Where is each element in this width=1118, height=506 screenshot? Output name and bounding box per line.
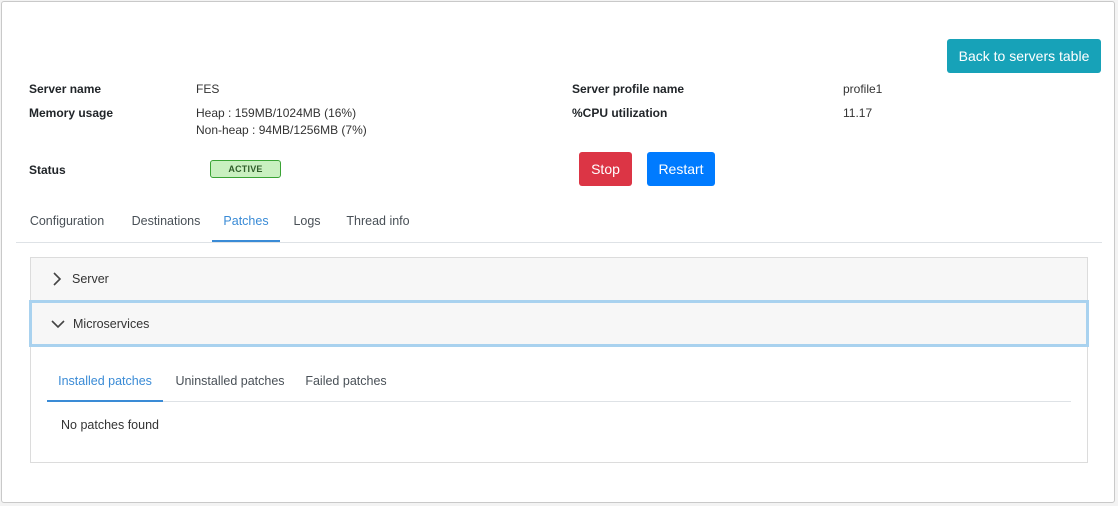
server-name-label: Server name: [29, 82, 102, 96]
server-name-value: FES: [196, 82, 220, 96]
cpu-utilization-label: %CPU utilization: [572, 106, 668, 120]
non-heap-usage-value: Non-heap : 94MB/1256MB (7%): [196, 123, 367, 137]
back-to-servers-button[interactable]: Back to servers table: [947, 39, 1101, 73]
server-profile-value: profile1: [843, 82, 883, 96]
status-label: Status: [29, 163, 66, 177]
server-details-window: Back to servers table Server name FES Me…: [1, 1, 1115, 503]
patches-panel: Server Microservices Installed patches U…: [29, 257, 1089, 463]
tab-configuration[interactable]: Configuration: [16, 204, 118, 242]
stop-button[interactable]: Stop: [579, 152, 632, 186]
tab-failed-patches[interactable]: Failed patches: [299, 366, 393, 402]
accordion-server[interactable]: Server: [31, 258, 1087, 301]
tab-installed-patches[interactable]: Installed patches: [47, 366, 163, 402]
tab-logs[interactable]: Logs: [286, 204, 328, 242]
tab-thread-info[interactable]: Thread info: [338, 204, 418, 242]
server-profile-label: Server profile name: [572, 82, 685, 96]
patch-subtabs: Installed patches Uninstalled patches Fa…: [47, 366, 1071, 402]
tab-destinations[interactable]: Destinations: [124, 204, 208, 242]
accordion-server-label: Server: [72, 272, 109, 286]
empty-patches-message: No patches found: [61, 418, 159, 432]
accordion-microservices[interactable]: Microservices: [29, 300, 1089, 347]
memory-usage-label: Memory usage: [29, 106, 114, 120]
server-tabs: Configuration Destinations Patches Logs …: [16, 204, 1102, 243]
accordion-microservices-label: Microservices: [73, 316, 150, 331]
chevron-right-icon: [53, 272, 62, 286]
chevron-down-icon: [51, 319, 65, 328]
tab-patches[interactable]: Patches: [212, 204, 280, 242]
heap-usage-value: Heap : 159MB/1024MB (16%): [196, 106, 357, 120]
restart-button[interactable]: Restart: [647, 152, 715, 186]
status-badge: ACTIVE: [210, 160, 281, 178]
cpu-utilization-value: 11.17: [843, 106, 873, 120]
tab-uninstalled-patches[interactable]: Uninstalled patches: [169, 366, 291, 402]
